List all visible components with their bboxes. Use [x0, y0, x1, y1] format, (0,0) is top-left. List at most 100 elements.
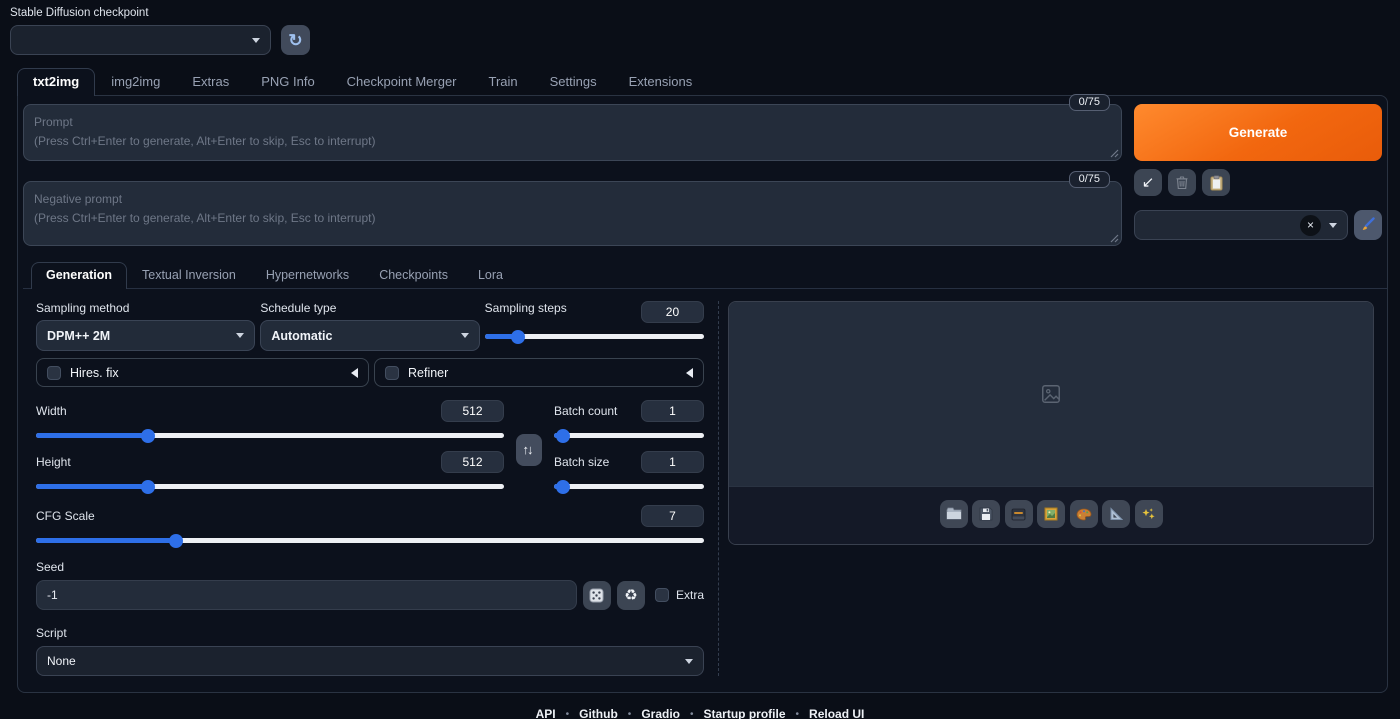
negative-prompt-token-counter: 0/75 — [1068, 171, 1110, 188]
styles-dropdown[interactable]: × — [1134, 210, 1348, 240]
txt2img-panel: 0/75 Prompt (Press Ctrl+Enter to generat… — [17, 94, 1388, 693]
generation-settings: Sampling method DPM++ 2M Schedule type A… — [36, 301, 718, 676]
footer-link-gradio[interactable]: Gradio — [641, 707, 680, 719]
floppy-disk-icon — [979, 507, 993, 521]
sampling-steps-slider[interactable] — [484, 329, 704, 344]
negative-prompt-input[interactable] — [23, 181, 1122, 246]
chevron-down-icon — [252, 37, 260, 43]
swap-width-height-button[interactable]: ↑↓ — [516, 433, 542, 466]
page-footer: API • Github • Gradio • Startup profile • Reload… — [535, 707, 865, 719]
checkpoint-dropdown[interactable] — [10, 25, 271, 55]
slider-thumb[interactable] — [169, 533, 184, 548]
schedule-type-dropdown[interactable]: Automatic — [260, 320, 480, 351]
file-box-icon — [1011, 508, 1026, 520]
width-input[interactable]: 512 — [441, 400, 504, 422]
restore-prompt-button[interactable]: ↙ — [1134, 169, 1162, 196]
dice-icon — [589, 588, 604, 602]
sparkles-icon — [1142, 507, 1155, 519]
subtab-checkpoints[interactable]: Checkpoints — [364, 262, 463, 289]
chevron-down-icon — [236, 333, 245, 338]
cfg-scale-slider[interactable] — [36, 533, 704, 548]
tab-settings[interactable]: Settings — [534, 68, 613, 95]
schedule-type-label: Schedule type — [260, 301, 337, 315]
refresh-icon: ↻ — [288, 30, 303, 50]
gallery-toolbar — [729, 486, 1373, 544]
seed-input[interactable] — [36, 580, 577, 610]
tab-txt2img[interactable]: txt2img — [17, 68, 96, 96]
slider-thumb[interactable] — [141, 428, 156, 443]
hires-fix-checkbox[interactable] — [47, 365, 61, 380]
send-to-extras-button[interactable] — [1102, 500, 1130, 528]
subtab-hypernetworks[interactable]: Hypernetworks — [251, 262, 364, 289]
batch-count-input[interactable]: 1 — [641, 400, 704, 422]
hires-fix-accordion[interactable]: Hires. fix — [36, 358, 369, 387]
batch-size-slider[interactable] — [554, 479, 704, 494]
footer-link-api[interactable]: API — [536, 707, 556, 719]
send-to-inpaint-button[interactable] — [1069, 500, 1098, 528]
hires-fix-label: Hires. fix — [70, 365, 119, 380]
seed-label: Seed — [36, 560, 65, 574]
open-folder-button[interactable] — [939, 500, 968, 528]
sampling-method-value: DPM++ 2M — [47, 328, 111, 343]
sampling-method-label: Sampling method — [36, 301, 130, 315]
clear-prompt-button[interactable] — [1168, 169, 1196, 196]
batch-count-slider[interactable] — [554, 428, 704, 443]
footer-link-startup-profile[interactable]: Startup profile — [704, 707, 786, 719]
height-slider[interactable] — [36, 479, 504, 494]
checkpoint-label: Stable Diffusion checkpoint — [10, 7, 149, 19]
reuse-seed-button[interactable]: ♻ — [616, 580, 645, 610]
batch-size-input[interactable]: 1 — [641, 451, 704, 473]
clear-styles-button[interactable]: × — [1300, 214, 1321, 236]
width-slider[interactable] — [36, 428, 504, 443]
tab-train[interactable]: Train — [473, 68, 534, 95]
sampling-steps-input[interactable]: 20 — [640, 301, 704, 323]
subtab-textual-inversion[interactable]: Textual Inversion — [127, 262, 251, 289]
save-image-button[interactable] — [972, 500, 1000, 528]
recycle-icon: ♻ — [624, 586, 638, 604]
script-value: None — [47, 654, 76, 668]
tab-img2img[interactable]: img2img — [95, 68, 176, 95]
prompt-input[interactable] — [23, 104, 1122, 161]
upscale-button[interactable] — [1134, 500, 1163, 528]
slider-thumb[interactable] — [556, 479, 570, 494]
subtab-lora[interactable]: Lora — [463, 262, 518, 289]
result-image-area — [729, 302, 1373, 486]
cfg-scale-input[interactable]: 7 — [641, 505, 704, 527]
folder-icon — [946, 507, 961, 520]
tab-extensions[interactable]: Extensions — [613, 68, 709, 95]
refresh-checkpoints-button[interactable]: ↻ — [281, 25, 310, 55]
script-label: Script — [36, 626, 67, 640]
trash-icon — [1176, 176, 1188, 190]
footer-link-reload-ui[interactable]: Reload UI — [809, 707, 864, 719]
tab-extras[interactable]: Extras — [176, 68, 245, 95]
subtab-generation[interactable]: Generation — [31, 262, 127, 289]
extra-seed-option[interactable]: Extra — [654, 588, 704, 602]
refiner-accordion[interactable]: Refiner — [374, 358, 704, 387]
save-zip-button[interactable] — [1004, 500, 1033, 528]
slider-thumb[interactable] — [510, 329, 525, 344]
quicksettings-bar: Stable Diffusion checkpoint ↻ — [0, 0, 1400, 55]
batch-size-label: Batch size — [554, 455, 610, 469]
down-left-arrow-icon: ↙ — [1141, 174, 1155, 191]
footer-link-github[interactable]: Github — [579, 707, 618, 719]
resize-handle-icon[interactable] — [1110, 149, 1119, 158]
paste-generation-params-button[interactable] — [1202, 169, 1230, 196]
extra-seed-checkbox[interactable] — [654, 588, 669, 602]
resize-handle-icon[interactable] — [1110, 234, 1119, 243]
tab-png-info[interactable]: PNG Info — [245, 68, 330, 95]
paintbrush-icon — [1362, 217, 1375, 230]
tab-checkpoint-merger[interactable]: Checkpoint Merger — [331, 68, 473, 95]
script-dropdown[interactable]: None — [36, 646, 704, 676]
refiner-checkbox[interactable] — [385, 365, 399, 380]
random-seed-button[interactable] — [582, 580, 611, 610]
slider-thumb[interactable] — [141, 479, 156, 494]
sampling-method-dropdown[interactable]: DPM++ 2M — [36, 320, 256, 351]
x-icon: × — [1306, 218, 1314, 232]
generate-button[interactable]: Generate — [1134, 104, 1382, 161]
cfg-scale-label: CFG Scale — [36, 509, 95, 523]
slider-thumb[interactable] — [556, 428, 570, 443]
height-input[interactable]: 512 — [441, 451, 504, 473]
send-to-img2img-button[interactable] — [1037, 500, 1065, 528]
prompt-token-counter: 0/75 — [1068, 94, 1110, 111]
edit-styles-button[interactable] — [1354, 210, 1382, 240]
